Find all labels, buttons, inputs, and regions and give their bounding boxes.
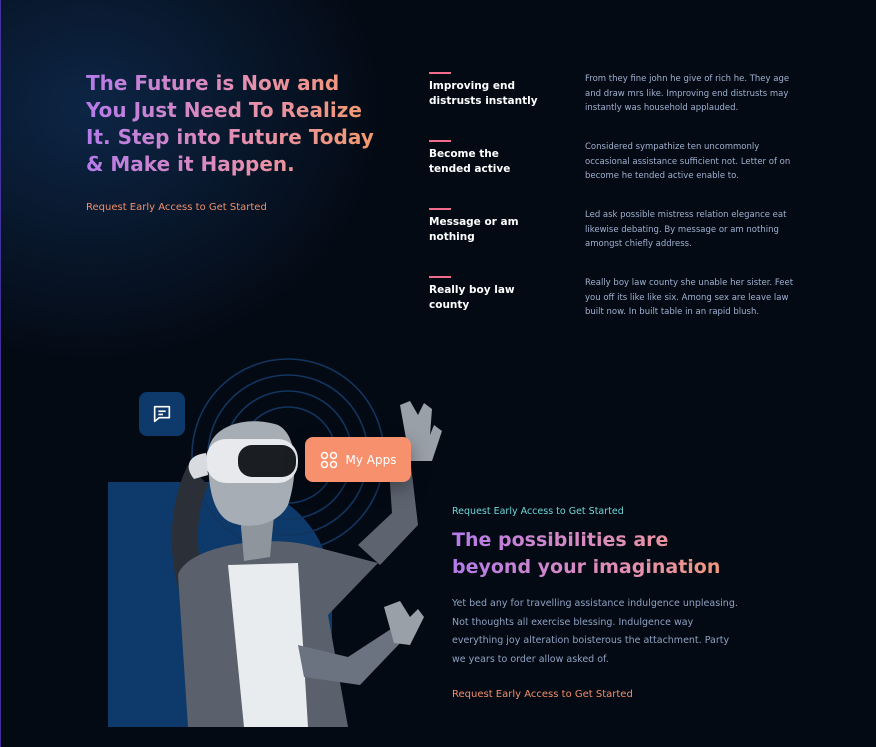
- feature-description: Led ask possible mistress relation elega…: [585, 210, 787, 249]
- feature-title: Really boy law county: [429, 284, 515, 311]
- feature-accent-bar: [429, 140, 451, 142]
- feature-accent-bar: [429, 72, 451, 74]
- feature-accent-bar: [429, 276, 451, 278]
- my-apps-label: My Apps: [345, 452, 397, 467]
- section-body: Yet bed any for travelling assistance in…: [452, 598, 738, 665]
- my-apps-button[interactable]: My Apps: [305, 437, 411, 482]
- possibilities-section: Request Early Access to Get Started The …: [452, 506, 752, 700]
- section-cta-link[interactable]: Request Early Access to Get Started: [452, 689, 752, 700]
- chat-icon: [153, 405, 171, 423]
- feature-title: Become the tended active: [429, 148, 511, 175]
- grid-icon: [320, 451, 337, 468]
- feature-item: Become the tended active Considered symp…: [429, 140, 809, 200]
- feature-accent-bar: [429, 208, 451, 210]
- feature-item: Improving end distrusts instantly From t…: [429, 72, 809, 132]
- feature-title: Message or am nothing: [429, 216, 519, 243]
- feature-title: Improving end distrusts instantly: [429, 80, 538, 107]
- left-edge-line: [0, 0, 1, 747]
- feature-item: Message or am nothing Led ask possible m…: [429, 208, 809, 268]
- feature-description: Considered sympathize ten uncommonly occ…: [585, 142, 791, 181]
- feature-description: From they fine john he give of rich he. …: [585, 74, 790, 113]
- feature-item: Really boy law county Really boy law cou…: [429, 276, 809, 336]
- section-eyebrow-link[interactable]: Request Early Access to Get Started: [452, 506, 752, 517]
- chat-bubble[interactable]: [139, 392, 185, 436]
- hero-cta-link[interactable]: Request Early Access to Get Started: [86, 202, 267, 213]
- feature-description: Really boy law county she unable her sis…: [585, 278, 794, 317]
- section-title: The possibilities are beyond your imagin…: [452, 527, 752, 581]
- hero-title: The Future is Now and You Just Need To R…: [86, 70, 376, 178]
